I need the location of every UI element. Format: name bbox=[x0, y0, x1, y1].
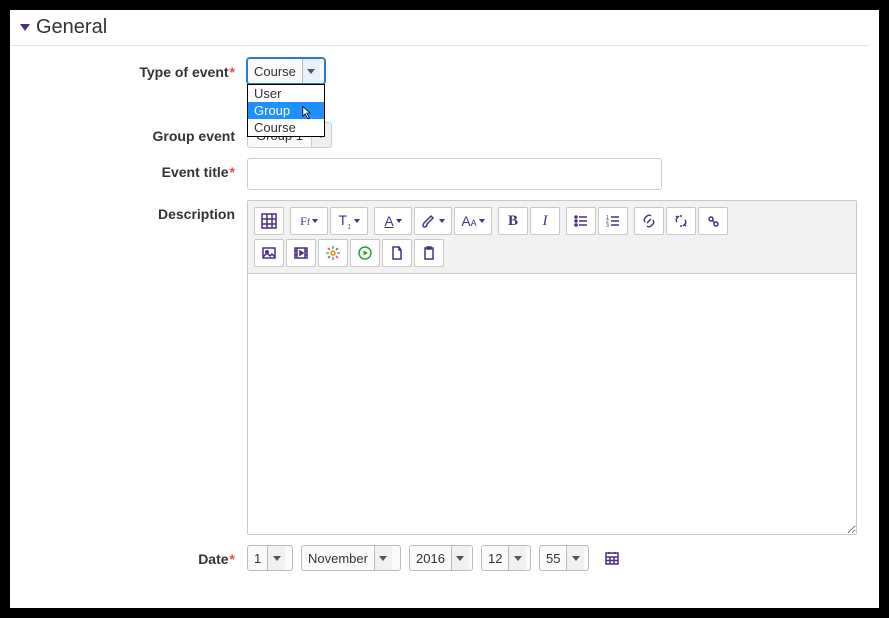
required-asterisk: * bbox=[230, 551, 235, 567]
toolbar-italic-button[interactable]: I bbox=[530, 207, 560, 235]
event-title-label: Event title* bbox=[22, 158, 247, 180]
brush-icon bbox=[421, 213, 437, 229]
toolbar-ul-button[interactable] bbox=[566, 207, 596, 235]
type-of-event-dropdown-list: User Group Course bbox=[247, 84, 325, 137]
chevron-down-icon bbox=[572, 556, 580, 561]
toolbar-image-button[interactable] bbox=[254, 239, 284, 267]
chevron-down-icon bbox=[307, 69, 315, 74]
anchor-icon bbox=[705, 213, 721, 229]
list-ul-icon bbox=[573, 213, 589, 229]
dropdown-option-group[interactable]: Group bbox=[248, 102, 324, 119]
type-of-event-label: Type of event* bbox=[22, 58, 247, 80]
date-minute-dropdown-button[interactable] bbox=[566, 546, 584, 570]
toolbar-clear-format-button[interactable]: AA bbox=[454, 207, 492, 235]
required-asterisk: * bbox=[230, 164, 235, 180]
type-of-event-dropdown-button[interactable] bbox=[302, 59, 320, 83]
toolbar-font-color-button[interactable]: A bbox=[374, 207, 412, 235]
date-hour-select[interactable]: 12 bbox=[481, 545, 531, 571]
image-icon bbox=[261, 245, 277, 261]
chevron-down-icon bbox=[273, 556, 281, 561]
toolbar-media-button[interactable] bbox=[286, 239, 316, 267]
chevron-down-icon bbox=[379, 556, 387, 561]
collapse-caret-icon bbox=[20, 24, 30, 31]
toolbar-expand-button[interactable] bbox=[254, 207, 284, 235]
list-ol-icon: 123 bbox=[605, 213, 621, 229]
grid-icon bbox=[261, 213, 277, 229]
toolbar-file-button[interactable] bbox=[382, 239, 412, 267]
section-title: General bbox=[36, 16, 107, 39]
toolbar-bold-button[interactable]: B bbox=[498, 207, 528, 235]
event-title-input[interactable] bbox=[247, 158, 662, 190]
toolbar-anchor-button[interactable] bbox=[698, 207, 728, 235]
type-of-event-value: Course bbox=[254, 64, 302, 79]
toolbar-font-family-button[interactable]: Ff bbox=[290, 207, 328, 235]
toolbar-bg-color-button[interactable] bbox=[414, 207, 452, 235]
date-month-select[interactable]: November bbox=[301, 545, 401, 571]
toolbar-paste-button[interactable] bbox=[414, 239, 444, 267]
link-icon bbox=[641, 213, 657, 229]
chevron-down-icon bbox=[514, 556, 522, 561]
editor-textarea[interactable] bbox=[248, 274, 856, 534]
date-minute-select[interactable]: 55 bbox=[539, 545, 589, 571]
section-header[interactable]: General bbox=[10, 10, 869, 46]
media-icon bbox=[293, 245, 309, 261]
file-icon bbox=[389, 245, 405, 261]
group-event-label: Group event bbox=[22, 122, 247, 144]
editor-toolbar: Ff T↕ A AA B I bbox=[248, 201, 856, 274]
date-year-select[interactable]: 2016 bbox=[409, 545, 473, 571]
date-hour-dropdown-button[interactable] bbox=[508, 546, 526, 570]
chevron-down-icon bbox=[456, 556, 464, 561]
toolbar-font-size-button[interactable]: T↕ bbox=[330, 207, 368, 235]
toolbar-unlink-button[interactable] bbox=[666, 207, 696, 235]
dropdown-option-user[interactable]: User bbox=[248, 85, 324, 102]
date-year-dropdown-button[interactable] bbox=[451, 546, 469, 570]
date-day-dropdown-button[interactable] bbox=[267, 546, 285, 570]
calendar-button[interactable] bbox=[603, 549, 621, 567]
unlink-icon bbox=[673, 213, 689, 229]
type-of-event-select[interactable]: Course bbox=[247, 58, 325, 84]
calendar-icon bbox=[604, 550, 620, 566]
required-asterisk: * bbox=[230, 64, 235, 80]
date-month-dropdown-button[interactable] bbox=[374, 546, 392, 570]
toolbar-settings-button[interactable] bbox=[318, 239, 348, 267]
svg-text:3: 3 bbox=[606, 223, 609, 229]
toolbar-record-button[interactable] bbox=[350, 239, 380, 267]
date-day-select[interactable]: 1 bbox=[247, 545, 293, 571]
date-label: Date* bbox=[22, 545, 247, 567]
gear-color-icon bbox=[325, 245, 341, 261]
dropdown-option-course[interactable]: Course bbox=[248, 119, 324, 136]
play-circle-icon bbox=[357, 245, 373, 261]
clipboard-icon bbox=[421, 245, 437, 261]
description-label: Description bbox=[22, 200, 247, 222]
toolbar-ol-button[interactable]: 123 bbox=[598, 207, 628, 235]
rich-text-editor: Ff T↕ A AA B I bbox=[247, 200, 857, 535]
toolbar-link-button[interactable] bbox=[634, 207, 664, 235]
